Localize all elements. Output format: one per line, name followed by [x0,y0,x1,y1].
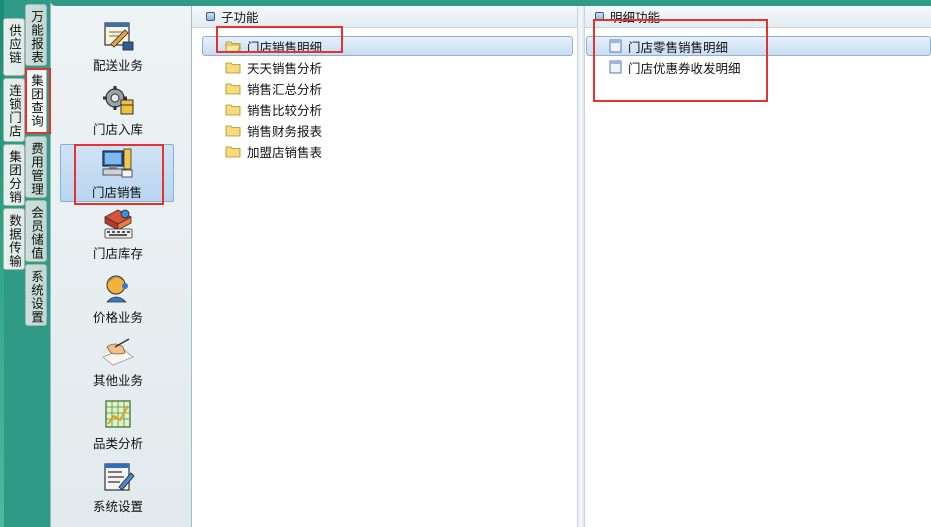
detail-function-label: 门店优惠券收发明细 [628,60,741,76]
sub-function-title: 子功能 [221,10,259,25]
icon-bar-label: 门店销售 [91,185,142,200]
inventory-keyboard-icon [104,209,133,239]
hand-writing-icon [102,338,134,366]
detail-function-item[interactable]: 门店零售销售明细 [586,36,931,56]
header-bullet-icon [595,12,604,21]
tab-label: 集团分销 [7,150,22,204]
tab-label: 万能报表 [29,10,44,64]
document-icon [609,39,622,53]
price-business-button[interactable]: 价格业务 [61,270,175,330]
system-settings-button[interactable]: 系统设置 [61,459,175,519]
folder-icon [225,146,241,157]
sub-function-header: 子功能 [192,6,577,28]
detail-function-label: 门店零售销售明细 [628,39,729,55]
sub-function-label: 加盟店销售表 [247,144,323,160]
icon-bar-label: 配送业务 [92,58,143,73]
tab-label: 会员储值 [29,206,44,260]
delivery-business-button[interactable]: 配送业务 [61,18,175,78]
detail-function-item[interactable]: 门店优惠券收发明细 [586,57,931,77]
tab-label: 集团查询 [29,74,44,128]
icon-bar-top-edge [50,0,192,6]
tab-chain-store[interactable]: 连锁门店 [3,78,25,142]
store-sales-button[interactable]: 门店销售 [60,144,174,202]
main-content-area: 子功能 门店销售明细 天天销售分析 销售汇总分析 销售比较分析 销售财务报表 加… [192,0,931,527]
icon-bar-label: 门店库存 [92,246,143,261]
tab-group-query[interactable]: 集团查询 [25,68,47,134]
tab-universal-report[interactable]: 万能报表 [25,4,47,66]
folder-icon [225,104,241,115]
tab-member-deposit[interactable]: 会员储值 [25,200,47,262]
gear-warehouse-icon [103,86,134,115]
function-icon-bar: 配送业务 门店入库 门店销售 门店库存 价格业务 其他业务 品类分析 系统设置 [50,0,192,527]
store-inbound-button[interactable]: 门店入库 [61,82,175,142]
icon-bar-label: 品类分析 [92,436,143,451]
sub-function-label: 门店销售明细 [247,39,323,55]
tab-label: 供应链 [7,24,22,65]
tab-label: 连锁门店 [7,84,22,138]
category-chart-icon [105,400,131,428]
sub-function-item[interactable]: 天天销售分析 [202,57,573,77]
tab-system-settings[interactable]: 系统设置 [25,264,47,326]
sub-function-item[interactable]: 销售汇总分析 [202,78,573,98]
icon-bar-label: 系统设置 [92,499,143,514]
tab-label: 系统设置 [29,270,44,324]
tab-group-distribution[interactable]: 集团分销 [3,144,25,206]
detail-function-title: 明细功能 [610,10,661,25]
other-business-button[interactable]: 其他业务 [61,333,175,393]
tab-expense-management[interactable]: 费用管理 [25,136,47,198]
document-icon [609,60,622,74]
icon-bar-label: 门店入库 [92,122,143,137]
folder-icon [225,83,241,94]
tab-label: 数据传输 [7,214,22,268]
pos-terminal-icon [102,148,133,178]
sub-function-item[interactable]: 销售财务报表 [202,120,573,140]
sub-function-label: 销售汇总分析 [247,81,323,97]
sub-function-item[interactable]: 销售比较分析 [202,99,573,119]
folder-icon [225,62,241,73]
delivery-icon [104,22,134,51]
tab-data-transfer[interactable]: 数据传输 [3,208,25,270]
detail-function-header: 明细功能 [585,6,931,28]
open-folder-icon [225,41,241,52]
category-analysis-button[interactable]: 品类分析 [61,396,175,456]
sub-function-label: 销售比较分析 [247,102,323,118]
icon-bar-label: 其他业务 [92,373,143,388]
sub-function-item[interactable]: 门店销售明细 [202,36,573,56]
settings-form-icon [104,463,135,491]
person-head-icon [106,275,128,303]
pane-splitter[interactable] [577,0,585,527]
folder-icon [225,125,241,136]
tab-supply-chain[interactable]: 供应链 [3,18,25,76]
sub-function-label: 天天销售分析 [247,60,323,76]
sub-function-label: 销售财务报表 [247,123,323,139]
icon-bar-label: 价格业务 [92,310,143,325]
tab-label: 费用管理 [29,142,44,196]
sub-function-item[interactable]: 加盟店销售表 [202,141,573,161]
main-top-edge [192,0,931,6]
store-inventory-button[interactable]: 门店库存 [61,206,175,266]
header-bullet-icon [206,12,215,21]
